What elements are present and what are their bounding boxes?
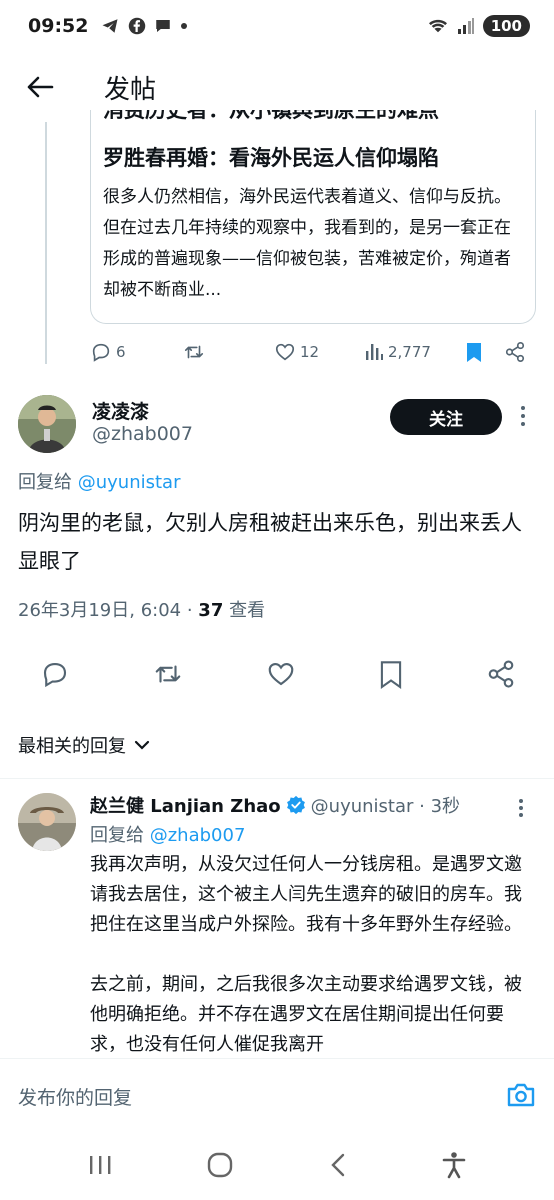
follow-button[interactable]: 关注 — [390, 399, 502, 435]
parent-share-button[interactable] — [504, 341, 526, 363]
tweet-text: 阴沟里的老鼠，欠别人房租被赶出来乐色，别出来丢人显眼了 — [18, 511, 522, 573]
reply-icon — [43, 662, 67, 688]
like-button[interactable] — [266, 659, 296, 693]
bookmark-filled-icon — [467, 343, 481, 362]
repost-button[interactable] — [152, 659, 184, 693]
reply-sort-dropdown[interactable]: 最相关的回复 — [18, 732, 150, 758]
parent-reply-count: 6 — [116, 343, 126, 361]
bookmark-button[interactable] — [378, 659, 404, 693]
quoted-article-card[interactable]: 消费历史者：从小镇舆到原生的难点 罗胜春再婚：看海外民运人信仰塌陷 很多人仍然相… — [90, 110, 536, 324]
recent-apps-button[interactable] — [87, 1153, 113, 1181]
bookmark-icon — [380, 661, 402, 690]
reply-author-avatar[interactable] — [18, 793, 76, 851]
reply-more-button[interactable] — [518, 798, 524, 822]
avatar-image — [18, 395, 76, 453]
reply-prefix: 回复给 — [18, 472, 72, 493]
share-button[interactable] — [486, 659, 516, 693]
back-button[interactable] — [20, 67, 60, 107]
quote-title: 罗胜春再婚：看海外民运人信仰塌陷 — [103, 146, 439, 170]
tweet-view-count: 37 — [198, 600, 224, 621]
tweet-more-button[interactable] — [520, 405, 526, 431]
signal-icon — [457, 18, 474, 34]
system-navigation-bar — [0, 1134, 554, 1200]
parent-action-bar: 6 12 2,777 — [90, 334, 534, 370]
reply-text: 我再次声明，从没欠过任何人一分钱房租。是遇罗文邀请我去居住，这个被主人闫先生遗弃… — [90, 850, 530, 1060]
more-vertical-icon — [519, 799, 523, 817]
status-notification-icons — [100, 17, 188, 35]
camera-button[interactable] — [506, 1082, 536, 1112]
repost-icon — [184, 345, 204, 359]
reply-author-row: 赵兰健 Lanjian Zhao @uyunistar · 3秒 — [90, 792, 460, 818]
telegram-icon — [102, 19, 118, 33]
reply-target-link[interactable]: @uyunistar — [78, 472, 181, 493]
recent-apps-icon — [89, 1156, 111, 1174]
home-circle-icon — [208, 1152, 233, 1178]
chevron-down-icon — [134, 740, 150, 750]
camera-icon — [507, 1083, 535, 1106]
status-time: 09:52 — [28, 15, 89, 37]
accessibility-button[interactable] — [441, 1151, 467, 1183]
accessibility-icon — [442, 1152, 466, 1179]
reply-compose-bar[interactable]: 发布你的回复 — [0, 1058, 554, 1134]
heart-icon — [268, 662, 294, 686]
parent-bookmark-button[interactable] — [464, 341, 504, 363]
system-back-button[interactable] — [328, 1152, 348, 1182]
reply-author-name[interactable]: 赵兰健 Lanjian Zhao — [90, 792, 281, 818]
parent-reply-button[interactable]: 6 — [90, 341, 182, 363]
author-handle[interactable]: @zhab007 — [92, 423, 193, 445]
heart-icon — [275, 343, 295, 361]
facebook-icon — [129, 17, 146, 35]
page-title: 发帖 — [104, 74, 157, 105]
reply-author-handle[interactable]: @uyunistar · 3秒 — [311, 792, 460, 818]
verified-badge-icon — [286, 795, 305, 815]
thread-connector-line — [45, 122, 47, 364]
share-icon — [488, 660, 514, 688]
reply-paragraph: 去之前，期间，之后我很多次主动要求给遇罗文钱，被他明确拒绝。并不存在遇罗文在居住… — [90, 974, 522, 1055]
parent-views[interactable]: 2,777 — [364, 342, 464, 362]
author-avatar[interactable] — [18, 395, 76, 453]
arrow-left-icon — [27, 76, 54, 98]
reply-target-link[interactable]: @zhab007 — [150, 825, 246, 846]
chevron-left-icon — [331, 1153, 344, 1177]
battery-indicator: 100 — [482, 15, 530, 37]
share-icon — [505, 342, 525, 362]
parent-view-count: 2,777 — [388, 343, 431, 361]
chat-bubble-icon — [156, 20, 171, 32]
parent-like-count: 12 — [300, 343, 320, 361]
avatar-image — [18, 793, 76, 851]
reply-icon — [92, 343, 110, 362]
tweet-reply-context: 回复给 @uyunistar — [18, 468, 180, 494]
wifi-icon — [428, 19, 447, 33]
section-divider — [0, 778, 554, 779]
repost-icon — [155, 665, 181, 683]
tweet-action-bar — [40, 656, 516, 696]
sort-label: 最相关的回复 — [18, 736, 126, 757]
tweet-meta: 26年3月19日, 6:04 · 37 查看 — [18, 596, 265, 622]
reply-prefix: 回复给 — [90, 825, 144, 846]
author-name[interactable]: 凌凌漆 — [92, 397, 149, 424]
reply-context: 回复给 @zhab007 — [90, 821, 245, 847]
parent-like-button[interactable]: 12 — [274, 341, 364, 363]
home-button[interactable] — [206, 1151, 234, 1183]
reply-paragraph: 我再次声明，从没欠过任何人一分钱房租。是遇罗文邀请我去居住，这个被主人闫先生遗弃… — [90, 854, 522, 935]
status-bar: 09:52 100 — [0, 0, 554, 52]
dot-icon — [181, 23, 188, 29]
tweet-author-row: 凌凌漆 @zhab007 关注 — [18, 393, 538, 457]
tweet-timestamp[interactable]: 26年3月19日, 6:04 · — [18, 600, 198, 621]
parent-repost-button[interactable] — [182, 341, 274, 363]
status-system-icons: 100 — [427, 15, 530, 37]
compose-input[interactable]: 发布你的回复 — [18, 1083, 506, 1110]
reply-button[interactable] — [40, 659, 70, 693]
more-vertical-icon — [521, 406, 525, 426]
quote-body: 很多人仍然相信，海外民运代表着道义、信仰与反抗。但在过去几年持续的观察中，我看到… — [103, 187, 511, 300]
views-chart-icon — [366, 344, 383, 360]
quote-cut-title: 消费历史者：从小镇舆到原生的难点 — [103, 110, 439, 122]
tweet-views-label: 查看 — [223, 600, 266, 621]
